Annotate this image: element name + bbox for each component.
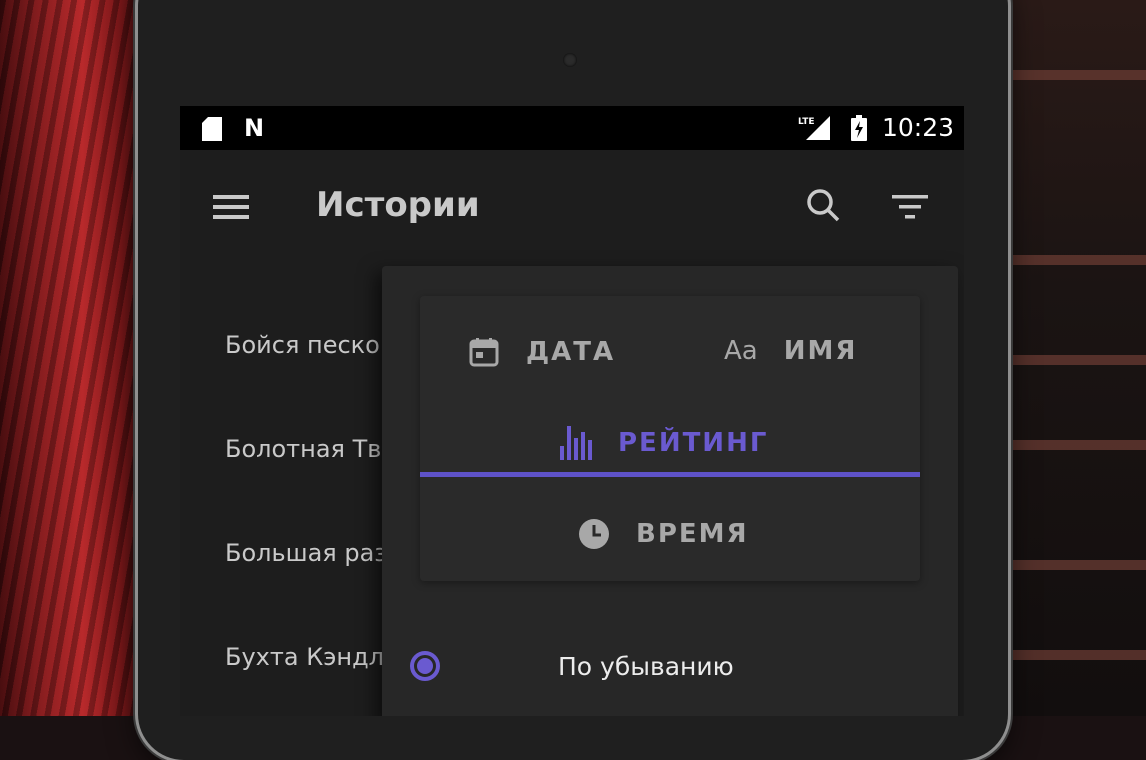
status-bar: N LTE 10:23 (180, 106, 964, 150)
battery-charging-icon (851, 115, 867, 141)
bar-chart-icon (560, 426, 592, 460)
tab-name-label: ИМЯ (783, 336, 858, 366)
tab-rating[interactable]: РЕЙТИНГ (560, 426, 768, 460)
search-icon[interactable] (806, 188, 840, 222)
sd-card-icon (202, 117, 222, 141)
story-item[interactable]: Болотная Тв (225, 435, 381, 463)
order-descending-label: По убыванию (558, 651, 734, 681)
story-item[interactable]: Бухта Кэндл (225, 643, 384, 671)
n-icon: N (244, 114, 265, 142)
front-camera (563, 53, 577, 67)
calendar-icon (468, 336, 500, 368)
tab-date-label: ДАТА (526, 337, 616, 367)
order-descending-option[interactable]: По убыванию (410, 641, 930, 691)
sort-tabs: ДАТА Aa ИМЯ РЕЙТИНГ ВРЕМЯ (420, 296, 920, 581)
radio-button[interactable] (410, 651, 440, 681)
story-item[interactable]: Бойся песко (225, 331, 380, 359)
tab-time[interactable]: ВРЕМЯ (578, 518, 749, 550)
status-time: 10:23 (882, 113, 955, 142)
tab-date[interactable]: ДАТА (468, 336, 615, 368)
selected-tab-indicator (420, 472, 920, 477)
tab-name[interactable]: Aa ИМЯ (724, 336, 857, 366)
hamburger-menu-icon[interactable] (213, 194, 249, 220)
background-left-red (0, 0, 150, 716)
page-title: Истории (316, 185, 480, 225)
device-screen: N LTE 10:23 Истории Бойся песко Болотная… (180, 106, 964, 716)
background-right-shelves (1000, 0, 1146, 716)
clock-icon (578, 518, 610, 550)
svg-text:LTE: LTE (798, 117, 815, 127)
sort-filter-icon[interactable] (892, 194, 928, 220)
tab-time-label: ВРЕМЯ (636, 519, 749, 549)
app-bar: Истории (180, 150, 964, 260)
story-item[interactable]: Большая раз (225, 539, 387, 567)
signal-icon: LTE (798, 116, 830, 140)
sort-menu: ДАТА Aa ИМЯ РЕЙТИНГ ВРЕМЯ По убыванию (382, 266, 958, 716)
font-aa-icon: Aa (724, 336, 758, 366)
radio-selected-dot (417, 658, 433, 674)
tab-rating-label: РЕЙТИНГ (618, 428, 769, 458)
